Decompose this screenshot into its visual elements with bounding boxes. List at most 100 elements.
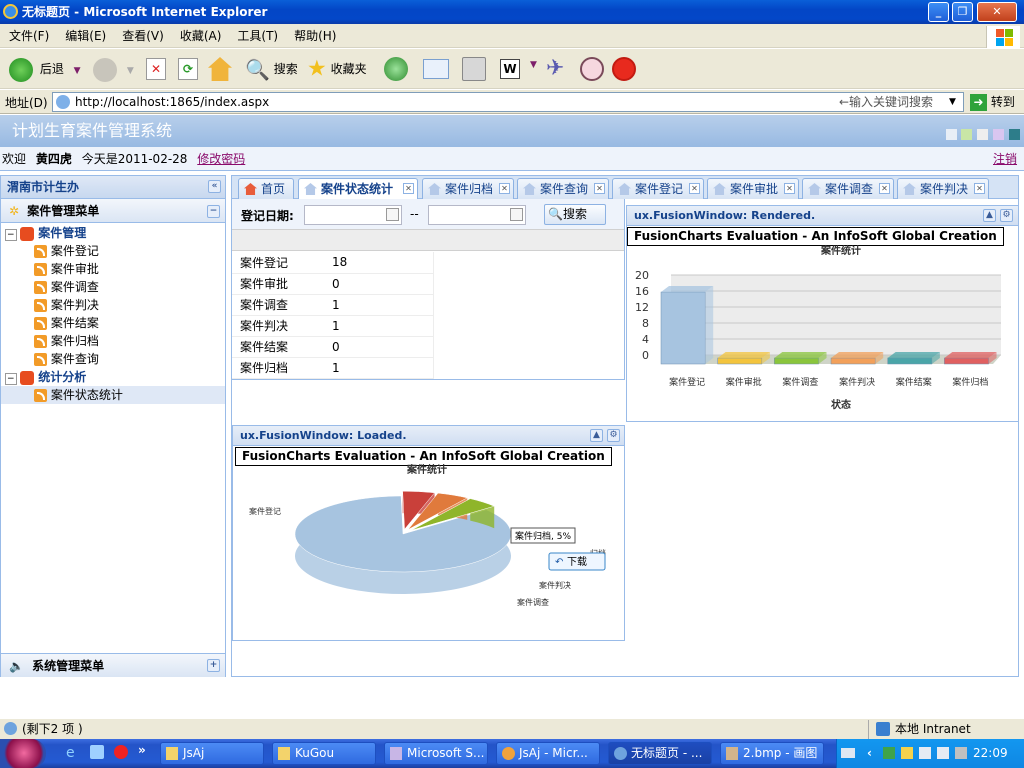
calendar-icon[interactable] <box>510 208 523 221</box>
close-tab-icon[interactable]: ✕ <box>784 183 795 194</box>
go-button[interactable]: ➜ 转到 <box>970 93 1015 112</box>
end-date-input[interactable] <box>428 205 526 225</box>
menu-favorites[interactable]: 收藏(A) <box>171 24 229 48</box>
theme-swatch[interactable] <box>993 129 1004 140</box>
address-input[interactable]: http://localhost:1865/index.aspx ←输入关键词搜… <box>52 92 964 112</box>
minimize-button[interactable]: _ <box>928 2 949 22</box>
taskbar-item-paint[interactable]: 2.bmp - 画图 <box>720 742 824 765</box>
media-quicklaunch-icon[interactable] <box>114 745 128 759</box>
bar[interactable] <box>717 352 770 365</box>
qq-pig-icon[interactable] <box>580 57 604 81</box>
table-row[interactable]: 案件调查 1 <box>232 294 434 316</box>
tab-case-archive[interactable]: 案件归档 ✕ <box>422 178 514 200</box>
favorites-button[interactable]: ★ 收藏夹 <box>307 54 367 84</box>
menu-view[interactable]: 查看(V) <box>113 24 171 48</box>
tab-case-approve[interactable]: 案件审批 ✕ <box>707 178 799 200</box>
gear-icon[interactable]: ⚙ <box>1000 209 1013 222</box>
keyword-search-hint[interactable]: ←输入关键词搜索 <box>839 93 933 111</box>
history-icon[interactable] <box>384 57 408 81</box>
bar[interactable] <box>830 352 884 365</box>
tab-case-judge[interactable]: 案件判决 ✕ <box>897 178 989 200</box>
close-tab-icon[interactable]: ✕ <box>594 183 605 194</box>
tab-case-investigate[interactable]: 案件调查 ✕ <box>802 178 894 200</box>
menu-edit[interactable]: 编辑(E) <box>56 24 113 48</box>
volume-icon[interactable] <box>955 747 967 759</box>
start-date-input[interactable] <box>304 205 402 225</box>
stop-icon[interactable]: ✕ <box>146 58 166 80</box>
taskbar-item-jsaj-micr[interactable]: JsAj - Micr... <box>496 742 600 765</box>
tab-case-status-stats[interactable]: 案件状态统计 ✕ <box>298 178 418 201</box>
tree-group-case-management[interactable]: − 案件管理 <box>1 224 225 242</box>
table-row[interactable]: 案件审批 0 <box>232 273 434 295</box>
tree-item-case-status-stats[interactable]: 案件状态统计 <box>1 386 225 404</box>
search-button[interactable]: 🔍 搜索 <box>245 54 298 84</box>
tray-icon[interactable] <box>901 747 913 759</box>
tree-toggle-icon[interactable]: − <box>5 373 17 385</box>
collapse-icon[interactable]: ▲ <box>983 209 996 222</box>
system-menu-header[interactable]: 🔈 系统管理菜单 + <box>1 653 225 677</box>
close-tab-icon[interactable]: ✕ <box>689 183 700 194</box>
ie-quicklaunch-icon[interactable]: e <box>66 745 75 761</box>
theme-swatch[interactable] <box>1009 129 1020 140</box>
bar[interactable] <box>887 352 940 365</box>
chevron-down-icon[interactable]: ▼ <box>74 66 81 76</box>
close-tab-icon[interactable]: ✕ <box>403 183 414 194</box>
keyboard-icon[interactable] <box>841 748 855 758</box>
chevron-down-icon[interactable]: ▼ <box>949 93 956 111</box>
maximize-button[interactable]: ❐ <box>952 2 973 22</box>
chevron-down-icon[interactable]: ▼ <box>530 60 537 70</box>
taskbar-item-untitled[interactable]: 无标题页 - ... <box>608 742 712 765</box>
expand-icon[interactable]: + <box>207 659 220 672</box>
collapse-icon[interactable]: − <box>207 205 220 218</box>
print-icon[interactable] <box>462 57 486 81</box>
menu-tools[interactable]: 工具(T) <box>228 24 285 48</box>
word-edit-icon[interactable]: W <box>500 59 520 79</box>
search-button[interactable]: 🔍 搜索 <box>544 204 606 225</box>
explorer-quicklaunch-icon[interactable] <box>90 745 104 759</box>
start-button[interactable] <box>0 739 46 768</box>
taskbar-item-microsoft-s[interactable]: Microsoft S... <box>384 742 488 765</box>
menu-file[interactable]: 文件(F) <box>0 24 56 48</box>
change-password-link[interactable]: 修改密码 <box>197 152 245 166</box>
chevron-down-icon[interactable]: ▼ <box>127 66 134 76</box>
theme-swatch[interactable] <box>961 129 972 140</box>
close-tab-icon[interactable]: ✕ <box>499 183 510 194</box>
forward-button[interactable]: ▼ <box>93 54 134 84</box>
tree-item-case-archive[interactable]: 案件归档 <box>1 332 225 350</box>
tree-item-case-judge[interactable]: 案件判决 <box>1 296 225 314</box>
bar[interactable] <box>660 286 714 365</box>
download-button[interactable]: ↶ 下载 <box>548 552 606 571</box>
taskbar-item-kugou[interactable]: KuGou <box>272 742 376 765</box>
gear-icon[interactable]: ⚙ <box>607 429 620 442</box>
close-tab-icon[interactable]: ✕ <box>879 183 890 194</box>
collapse-icon[interactable]: ▲ <box>590 429 603 442</box>
more-quicklaunch-icon[interactable]: » <box>138 743 146 757</box>
theme-swatch[interactable] <box>977 129 988 140</box>
tree-item-case-investigate[interactable]: 案件调查 <box>1 278 225 296</box>
taskbar-item-jsaj[interactable]: JsAj <box>160 742 264 765</box>
refresh-icon[interactable]: ⟳ <box>178 58 198 80</box>
table-row[interactable]: 案件结案 0 <box>232 336 434 358</box>
tree-item-case-close[interactable]: 案件结案 <box>1 314 225 332</box>
tray-icon[interactable] <box>883 747 895 759</box>
tree-item-case-approve[interactable]: 案件审批 <box>1 260 225 278</box>
network-icon[interactable] <box>937 747 949 759</box>
tab-case-register[interactable]: 案件登记 ✕ <box>612 178 704 200</box>
collapse-left-icon[interactable]: « <box>208 180 221 193</box>
home-icon[interactable] <box>208 57 232 81</box>
table-row[interactable]: 案件判决 1 <box>232 315 434 337</box>
tree-group-statistics[interactable]: − 统计分析 <box>1 368 225 386</box>
table-row[interactable]: 案件归档 1 <box>232 357 434 379</box>
back-button[interactable]: 后退 ▼ <box>9 54 81 84</box>
tree-item-case-query[interactable]: 案件查询 <box>1 350 225 368</box>
bar[interactable] <box>944 352 997 365</box>
theme-swatch[interactable] <box>946 129 957 140</box>
close-button[interactable]: ✕ <box>977 2 1017 22</box>
bar[interactable] <box>774 352 827 365</box>
red-box-icon[interactable] <box>612 57 636 81</box>
chevron-left-icon[interactable]: ‹ <box>867 739 872 768</box>
mail-icon[interactable] <box>423 59 449 79</box>
close-tab-icon[interactable]: ✕ <box>974 183 985 194</box>
network-icon[interactable] <box>919 747 931 759</box>
tree-item-case-register[interactable]: 案件登记 <box>1 242 225 260</box>
